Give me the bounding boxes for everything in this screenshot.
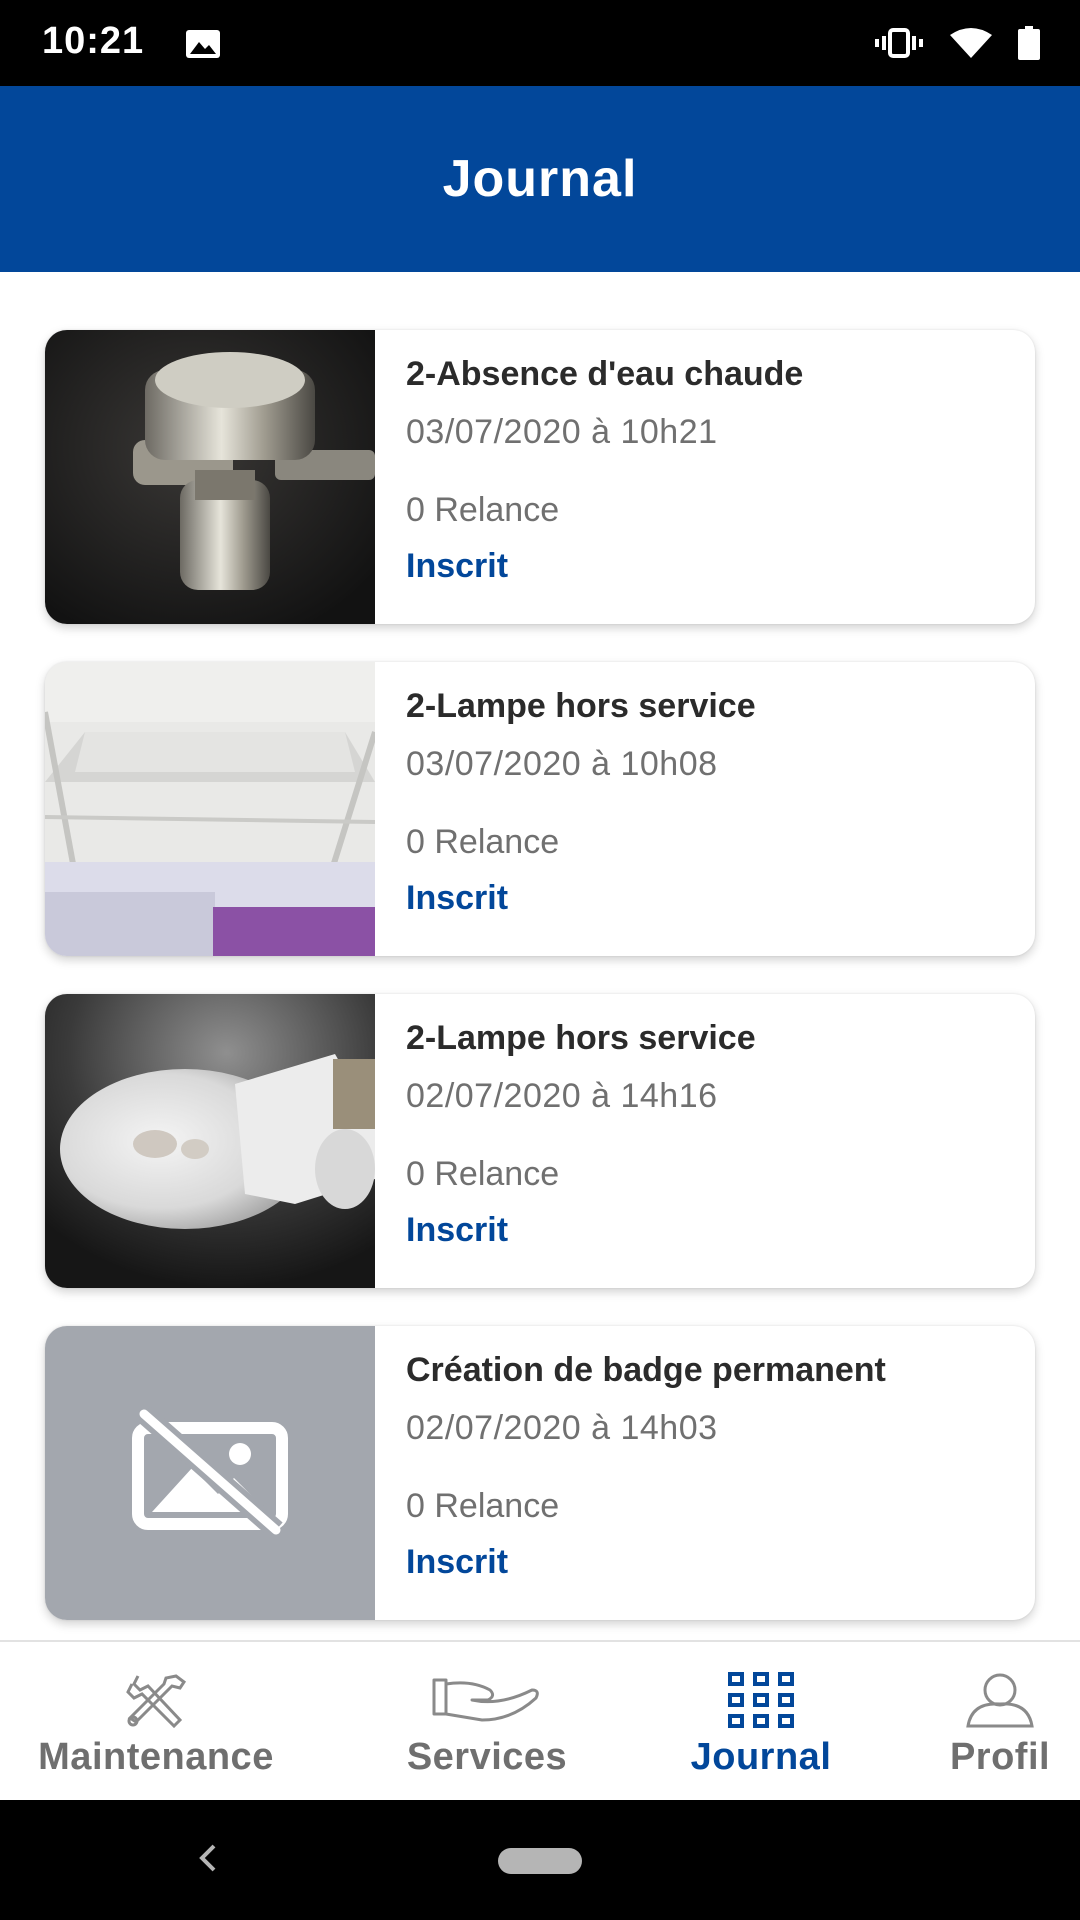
nav-item-journal[interactable]: Journal xyxy=(656,1642,866,1802)
card-thumbnail xyxy=(45,330,375,624)
card-title: 2-Lampe hors service xyxy=(406,1019,756,1057)
app-header: Journal xyxy=(0,86,1080,272)
journal-card[interactable]: 2-Lampe hors service 03/07/2020 à 10h08 … xyxy=(45,662,1035,956)
card-thumbnail xyxy=(45,1326,375,1620)
card-date: 02/07/2020 à 14h03 xyxy=(406,1409,718,1447)
nav-label: Services xyxy=(406,1736,568,1778)
bottom-navigation: Maintenance Services Journal Profil xyxy=(0,1640,1080,1800)
nav-item-profil[interactable]: Profil xyxy=(920,1642,1080,1802)
wifi-icon xyxy=(950,27,992,64)
card-date: 03/07/2020 à 10h21 xyxy=(406,413,718,451)
journal-card[interactable]: 2-Absence d'eau chaude 03/07/2020 à 10h2… xyxy=(45,330,1035,624)
status-icons xyxy=(874,26,1040,65)
card-date: 02/07/2020 à 14h16 xyxy=(406,1077,718,1115)
status-badge: Inscrit xyxy=(406,879,509,917)
nav-label: Journal xyxy=(690,1736,832,1778)
no-image-icon xyxy=(130,1405,290,1541)
card-title: 2-Lampe hors service xyxy=(406,687,756,725)
card-title: Création de badge permanent xyxy=(406,1351,886,1389)
system-navigation-bar xyxy=(0,1800,1080,1920)
card-relance: 0 Relance xyxy=(406,1155,560,1193)
image-icon xyxy=(186,30,220,58)
card-relance: 0 Relance xyxy=(406,491,560,529)
journal-card[interactable]: Création de badge permanent 02/07/2020 à… xyxy=(45,1326,1035,1620)
status-badge: Inscrit xyxy=(406,1211,509,1249)
journal-card[interactable]: 2-Lampe hors service 02/07/2020 à 14h16 … xyxy=(45,994,1035,1288)
battery-icon xyxy=(1018,26,1040,65)
vibrate-icon xyxy=(874,28,924,63)
tools-icon xyxy=(120,1672,192,1728)
hand-icon xyxy=(432,1672,542,1728)
nav-item-services[interactable]: Services xyxy=(350,1642,624,1802)
card-thumbnail xyxy=(45,662,375,956)
status-badge: Inscrit xyxy=(406,547,509,585)
nav-label: Profil xyxy=(949,1736,1051,1778)
nav-item-maintenance[interactable]: Maintenance xyxy=(0,1642,312,1802)
page-title: Journal xyxy=(442,150,638,208)
status-bar: 10:21 xyxy=(0,0,1080,86)
journal-list[interactable]: 2-Absence d'eau chaude 03/07/2020 à 10h2… xyxy=(0,272,1080,1640)
nav-label: Maintenance xyxy=(38,1736,274,1778)
card-date: 03/07/2020 à 10h08 xyxy=(406,745,718,783)
grid-icon xyxy=(728,1672,794,1728)
card-relance: 0 Relance xyxy=(406,823,560,861)
back-icon[interactable] xyxy=(196,1838,220,1883)
card-thumbnail xyxy=(45,994,375,1288)
person-icon xyxy=(964,1672,1036,1728)
status-badge: Inscrit xyxy=(406,1543,509,1581)
status-time: 10:21 xyxy=(42,20,145,62)
home-pill[interactable] xyxy=(498,1848,582,1874)
card-title: 2-Absence d'eau chaude xyxy=(406,355,804,393)
card-relance: 0 Relance xyxy=(406,1487,560,1525)
